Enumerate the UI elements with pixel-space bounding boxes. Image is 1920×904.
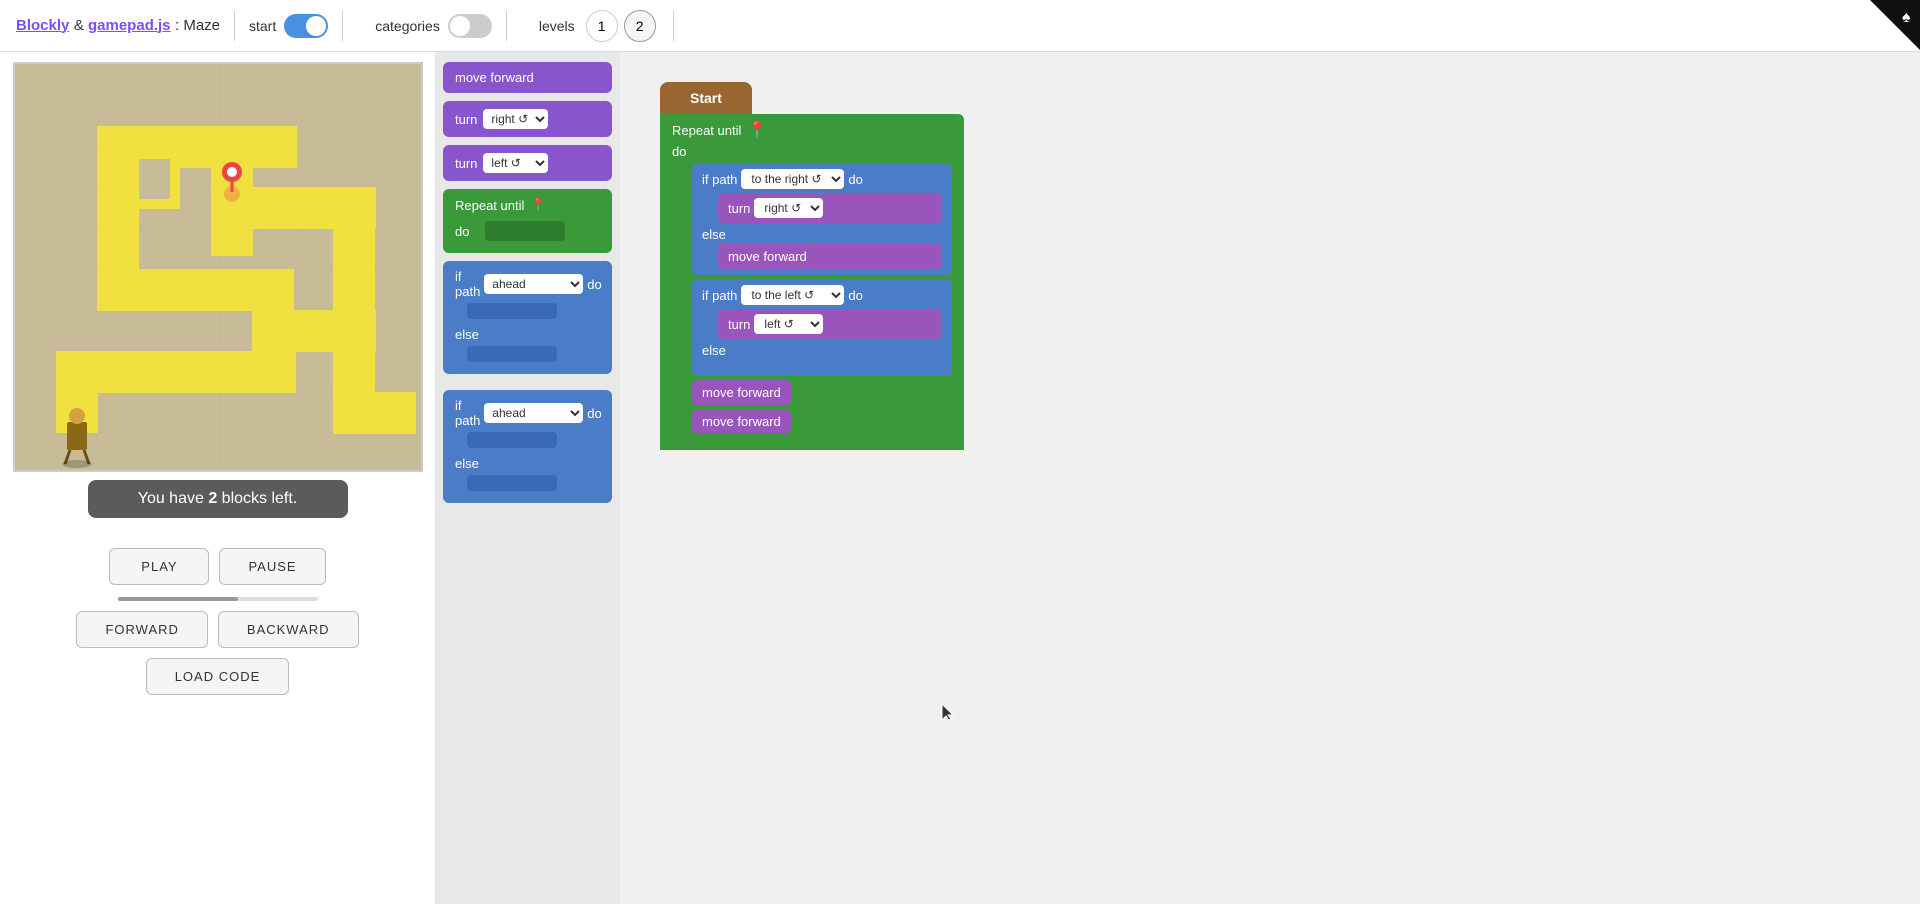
workspace-turn-left[interactable]: turn left ↺ right ↺ — [718, 309, 942, 339]
else-label2: else — [455, 452, 600, 471]
controls-row2: FORWARD BACKWARD — [76, 611, 358, 648]
status-suffix: blocks left. — [217, 490, 297, 507]
level-1-button[interactable]: 1 — [586, 10, 618, 42]
toolbox-repeat[interactable]: Repeat until 📍 do — [443, 189, 612, 253]
right-direction-select[interactable]: to the right ↺ to the left ↺ ahead — [741, 169, 844, 189]
maze-svg — [15, 64, 423, 472]
workspace-move-forward-3[interactable]: move forward — [692, 409, 791, 434]
load-code-button[interactable]: LOAD CODE — [146, 658, 290, 695]
controls-row1: PLAY PAUSE — [109, 548, 325, 585]
ampersand: & — [74, 17, 88, 34]
header: Blockly & gamepad.js : Maze start catego… — [0, 0, 1920, 52]
if-path-left-label: if path — [702, 288, 737, 303]
levels-label: levels — [539, 18, 575, 34]
status-bar: You have 2 blocks left. — [88, 480, 348, 518]
else-right-label: else — [702, 223, 942, 242]
status-text: You have — [138, 490, 209, 507]
maze-label: : Maze — [175, 17, 220, 34]
categories-toggle[interactable] — [448, 14, 492, 38]
toolbox: move forward turn right ↺ left ↺ turn le… — [435, 52, 620, 904]
repeat-label: Repeat until — [455, 198, 524, 213]
turn-right-label: turn — [455, 112, 477, 127]
levels-group: 1 2 — [583, 10, 659, 42]
main-area: You have 2 blocks left. PLAY PAUSE FORWA… — [0, 52, 1920, 904]
header-separator3 — [506, 11, 507, 41]
status-count: 2 — [208, 490, 217, 507]
do-left-label: do — [848, 288, 862, 303]
controls: PLAY PAUSE FORWARD BACKWARD LOAD CODE — [76, 548, 358, 695]
move-forward-label: move forward — [455, 70, 534, 85]
maze-container — [13, 62, 423, 472]
do-right-label: do — [848, 172, 862, 187]
workspace-repeat-block[interactable]: Repeat until 📍 do if path to the right ↺ — [660, 114, 964, 450]
move-forward-ws1-label: move forward — [728, 249, 807, 264]
else-left-label: else — [702, 339, 942, 358]
svg-text:♠: ♠ — [1902, 9, 1911, 26]
turn-left-ws-label: turn — [728, 317, 750, 332]
if-do-label1: do — [587, 277, 601, 292]
toolbox-move-forward[interactable]: move forward — [443, 62, 612, 93]
repeat-until-label: Repeat until — [672, 123, 741, 138]
workspace-move-forward-2[interactable]: move forward — [692, 380, 791, 405]
turn-left-select[interactable]: left ↺ right ↺ — [483, 153, 548, 173]
if-path-right-label: if path — [702, 172, 737, 187]
gamepad-link[interactable]: gamepad.js — [88, 17, 171, 34]
turn-left-label: turn — [455, 156, 477, 171]
workspace-start-block: Start — [660, 82, 752, 114]
move-forward-ws3-label: move forward — [702, 414, 781, 429]
pause-button[interactable]: PAUSE — [219, 548, 325, 585]
level-2-button[interactable]: 2 — [624, 10, 656, 42]
start-label: start — [249, 18, 276, 34]
header-separator — [234, 11, 235, 41]
toolbox-if-path-1[interactable]: if path ahead to the right ↺ to the left… — [443, 261, 612, 374]
turn-right-ws-select[interactable]: right ↺ left ↺ — [754, 198, 823, 218]
maze-background — [15, 64, 423, 472]
toolbox-turn-left[interactable]: turn left ↺ right ↺ — [443, 145, 612, 181]
backward-button[interactable]: BACKWARD — [218, 611, 359, 648]
repeat-do-label: do — [455, 224, 469, 239]
workspace-if-right[interactable]: if path to the right ↺ to the left ↺ ahe… — [692, 163, 952, 275]
turn-right-select[interactable]: right ↺ left ↺ — [483, 109, 548, 129]
repeat-pin-icon: 📍 — [747, 120, 767, 140]
progress-bar — [118, 597, 318, 601]
start-block-label: Start — [690, 90, 722, 106]
if-path-label2: if path — [455, 398, 480, 428]
progress-fill — [118, 597, 238, 601]
move-forward-ws2-label: move forward — [702, 385, 781, 400]
forward-button[interactable]: FORWARD — [76, 611, 207, 648]
toolbox-if-path-2[interactable]: if path ahead to the right ↺ to the left… — [443, 390, 612, 503]
if-path-select2[interactable]: ahead to the right ↺ to the left ↺ — [484, 403, 583, 423]
workspace: Start Repeat until 📍 do if path — [620, 52, 1920, 904]
workspace-turn-right[interactable]: turn right ↺ left ↺ — [718, 193, 942, 223]
blockly-link[interactable]: Blockly — [16, 17, 69, 34]
mouse-cursor — [940, 702, 952, 722]
play-button[interactable]: PLAY — [109, 548, 209, 585]
left-direction-select[interactable]: to the left ↺ to the right ↺ ahead — [741, 285, 844, 305]
header-separator4 — [673, 11, 674, 41]
categories-label: categories — [375, 18, 440, 34]
turn-right-ws-label: turn — [728, 201, 750, 216]
brand: Blockly & gamepad.js : Maze — [16, 17, 220, 35]
turn-left-ws-select[interactable]: left ↺ right ↺ — [754, 314, 823, 334]
if-path-label1: if path — [455, 269, 480, 299]
workspace-if-left[interactable]: if path to the left ↺ to the right ↺ ahe… — [692, 279, 952, 376]
header-separator2 — [342, 11, 343, 41]
else-label1: else — [455, 323, 600, 342]
if-do-label2: do — [587, 406, 601, 421]
if-path-select1[interactable]: ahead to the right ↺ to the left ↺ — [484, 274, 583, 294]
toolbox-turn-right[interactable]: turn right ↺ left ↺ — [443, 101, 612, 137]
workspace-move-forward-1[interactable]: move forward — [718, 244, 942, 269]
do-label: do — [672, 144, 686, 159]
left-panel: You have 2 blocks left. PLAY PAUSE FORWA… — [0, 52, 435, 904]
start-toggle[interactable] — [284, 14, 328, 38]
